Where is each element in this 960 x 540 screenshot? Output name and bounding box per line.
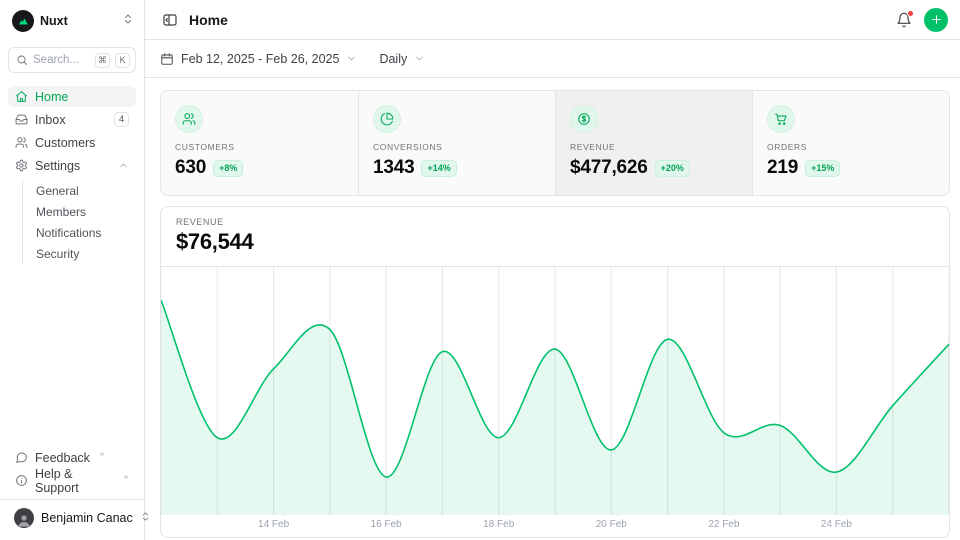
sidebar: Nuxt Search... ⌘ K Home [0, 0, 145, 540]
sidebar-item-security[interactable]: Security [23, 243, 136, 264]
revenue-chart-card: REVENUE $76,544 14 Feb 16 Feb 18 Feb 20 Feb… [160, 206, 950, 538]
page-header: Home [145, 0, 960, 40]
inbox-count-badge: 4 [114, 112, 129, 127]
interval-value: Daily [379, 52, 407, 66]
chevrons-up-down-icon [122, 12, 134, 30]
kbd-k: K [115, 53, 130, 68]
x-axis-label: 14 Feb [258, 519, 289, 530]
stat-card-customers[interactable]: CUSTOMERS 630 +8% [161, 91, 358, 195]
stat-label: CONVERSIONS [373, 142, 541, 152]
sidebar-item-notifications[interactable]: Notifications [23, 222, 136, 243]
chat-bubble-icon [15, 451, 28, 464]
chart-pie-icon [373, 105, 401, 133]
sidebar-item-customers[interactable]: Customers [8, 132, 136, 153]
chevron-down-icon [414, 53, 425, 64]
shopping-cart-icon [767, 105, 795, 133]
search-placeholder: Search... [33, 54, 90, 66]
workspace-name: Nuxt [40, 14, 68, 28]
stat-delta-badge: +8% [213, 160, 243, 177]
search-icon [16, 54, 28, 66]
nuxt-logo-icon [12, 10, 34, 32]
notification-dot [907, 10, 914, 17]
footer-link-label: Feedback [35, 451, 90, 465]
help-support-link[interactable]: Help & Support [8, 470, 136, 491]
revenue-area-chart[interactable] [161, 267, 949, 515]
sidebar-item-general[interactable]: General [23, 180, 136, 201]
dashboard-content: CUSTOMERS 630 +8% CONVERSIONS 1343 +14% [145, 78, 960, 540]
sidebar-item-home[interactable]: Home [8, 86, 136, 107]
sidebar-footer-nav: Feedback Help & Support [8, 447, 136, 499]
sidebar-nav: Home Inbox 4 Customers Settings [8, 86, 136, 264]
sub-item-label: Notifications [36, 226, 101, 240]
x-axis-label: 18 Feb [483, 519, 514, 530]
chart-metric-label: REVENUE [176, 217, 934, 227]
chart-header: REVENUE $76,544 [161, 207, 949, 267]
sub-item-label: Security [36, 247, 79, 261]
stat-delta-badge: +14% [421, 160, 456, 177]
stat-value: $477,626 [570, 157, 648, 179]
home-icon [15, 90, 28, 103]
dollar-circle-icon [570, 105, 598, 133]
gear-icon [15, 159, 28, 172]
user-menu[interactable]: Benjamin Canac [0, 499, 144, 532]
sidebar-item-settings[interactable]: Settings [8, 155, 136, 176]
stat-card-revenue[interactable]: REVENUE $477,626 +20% [555, 91, 752, 195]
interval-select[interactable]: Daily [379, 52, 425, 66]
date-range-value: Feb 12, 2025 - Feb 26, 2025 [181, 52, 339, 66]
collapse-sidebar-button[interactable] [160, 10, 180, 30]
stat-value: 219 [767, 157, 798, 179]
chart-metric-value: $76,544 [176, 229, 934, 255]
kbd-meta: ⌘ [95, 53, 110, 68]
chart-x-axis: 14 Feb 16 Feb 18 Feb 20 Feb 22 Feb 24 Feb [161, 515, 949, 537]
chart-canvas [161, 267, 949, 515]
x-axis-label: 22 Feb [708, 519, 739, 530]
external-link-icon [122, 470, 129, 484]
sidebar-item-label: Customers [35, 136, 95, 150]
date-range-picker[interactable]: Feb 12, 2025 - Feb 26, 2025 [160, 52, 357, 66]
app-window: Nuxt Search... ⌘ K Home [0, 0, 960, 540]
users-icon [15, 136, 28, 149]
topbar-actions [894, 8, 948, 32]
feedback-link[interactable]: Feedback [8, 447, 136, 468]
sidebar-item-label: Settings [35, 159, 80, 173]
sidebar-item-label: Inbox [35, 113, 66, 127]
users-icon [175, 105, 203, 133]
page-title: Home [189, 12, 228, 28]
filters-toolbar: Feb 12, 2025 - Feb 26, 2025 Daily [145, 40, 960, 78]
workspace-switcher[interactable]: Nuxt [8, 8, 136, 34]
sub-item-label: Members [36, 205, 86, 219]
sidebar-item-members[interactable]: Members [23, 201, 136, 222]
new-item-button[interactable] [924, 8, 948, 32]
x-axis-label: 24 Feb [821, 519, 852, 530]
footer-link-label: Help & Support [35, 467, 114, 495]
stat-value: 630 [175, 157, 206, 179]
chevron-down-icon [346, 53, 357, 64]
x-axis-label: 20 Feb [596, 519, 627, 530]
sidebar-spacer [8, 264, 136, 447]
search-input[interactable]: Search... ⌘ K [8, 47, 136, 73]
calendar-icon [160, 52, 174, 66]
stat-card-conversions[interactable]: CONVERSIONS 1343 +14% [358, 91, 555, 195]
stat-card-orders[interactable]: ORDERS 219 +15% [752, 91, 949, 195]
sidebar-item-inbox[interactable]: Inbox 4 [8, 109, 136, 130]
main-area: Home Feb 12, 2025 - Feb 26, 2025 [145, 0, 960, 540]
user-name: Benjamin Canac [41, 511, 133, 525]
notifications-button[interactable] [894, 10, 914, 30]
stats-grid: CUSTOMERS 630 +8% CONVERSIONS 1343 +14% [160, 90, 950, 196]
inbox-icon [15, 113, 28, 126]
chevron-up-icon [118, 160, 129, 171]
stat-label: ORDERS [767, 142, 935, 152]
stat-delta-badge: +15% [805, 160, 840, 177]
sidebar-item-label: Home [35, 90, 68, 104]
settings-submenu: General Members Notifications Security [22, 180, 136, 264]
stat-label: REVENUE [570, 142, 738, 152]
external-link-icon [98, 447, 105, 461]
info-circle-icon [15, 474, 28, 487]
x-axis-label: 16 Feb [371, 519, 402, 530]
avatar [14, 508, 34, 528]
sub-item-label: General [36, 184, 79, 198]
stat-delta-badge: +20% [655, 160, 690, 177]
stat-label: CUSTOMERS [175, 142, 344, 152]
stat-value: 1343 [373, 157, 414, 179]
